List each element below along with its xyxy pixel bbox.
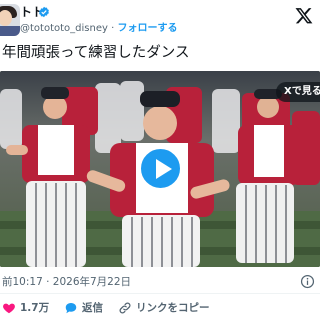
post-timestamp[interactable]: 前10:17 · 2026年7月22日 xyxy=(2,275,131,289)
separator: · xyxy=(111,23,115,34)
post-header: トト @totototo_disney · フォローする xyxy=(0,0,320,40)
reply-bubble-icon xyxy=(65,303,77,314)
handle[interactable]: @totototo_disney xyxy=(20,23,108,34)
action-bar: 1.7万 返信 リンクをコピー xyxy=(0,300,320,316)
info-icon[interactable] xyxy=(300,274,315,289)
post-text: 年間頑張って練習したダンス xyxy=(2,45,190,61)
play-icon[interactable] xyxy=(138,146,183,191)
follow-button[interactable]: フォローする xyxy=(117,23,177,34)
x-logo-icon[interactable] xyxy=(294,6,314,26)
copy-link-label: リンクをコピー xyxy=(136,302,210,314)
link-icon xyxy=(119,302,131,314)
watch-on-x-button[interactable]: Xで見る xyxy=(276,82,320,102)
divider xyxy=(0,293,320,294)
like-count: 1.7万 xyxy=(20,302,50,314)
video-player[interactable]: Xで見る xyxy=(0,71,320,267)
reply-button[interactable]: 返信 xyxy=(64,300,124,316)
verified-badge-icon xyxy=(39,6,49,18)
like-button[interactable]: 1.7万 xyxy=(2,300,62,316)
reply-label: 返信 xyxy=(82,302,103,314)
avatar[interactable] xyxy=(0,4,20,36)
handle-row: @totototo_disney · フォローする xyxy=(20,22,177,35)
copy-link-button[interactable]: リンクをコピー xyxy=(118,300,238,316)
heart-icon xyxy=(3,303,15,314)
